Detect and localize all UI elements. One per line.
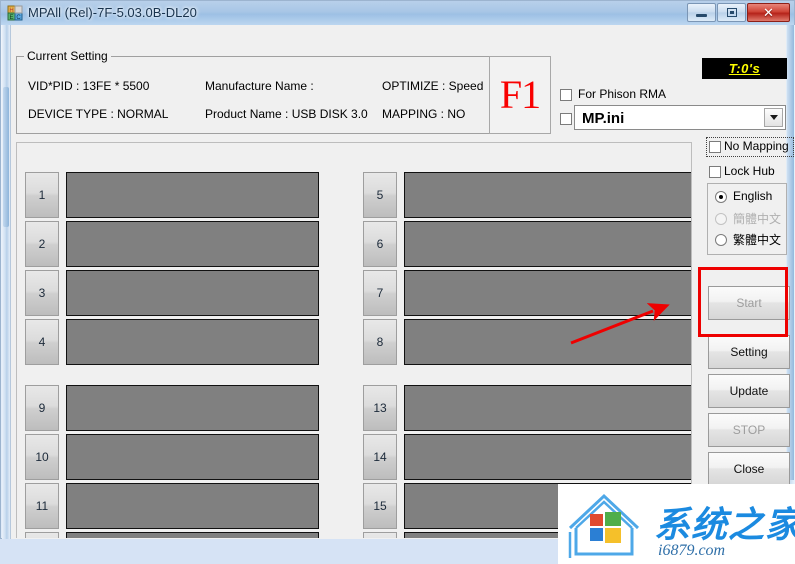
ini-enable-checkbox[interactable]	[560, 113, 572, 125]
svg-text:C: C	[16, 15, 21, 21]
timer-badge: T:0's	[702, 58, 787, 79]
ini-file-value: MP.ini	[582, 110, 625, 127]
port-number-button-15[interactable]: 15	[363, 483, 397, 529]
language-label-english: English	[733, 189, 773, 203]
port-status-bar-3[interactable]	[66, 270, 319, 316]
port-number-button-4[interactable]: 4	[25, 319, 59, 365]
chevron-down-icon[interactable]	[764, 108, 783, 127]
timer-text: T:0's	[728, 61, 761, 76]
title-bar: H E C MPAll (Rel)-7F-5.03.0B-DL20 ✕	[1, 1, 794, 25]
product-name-value: Product Name : USB DISK 3.0	[205, 107, 368, 121]
port-number-button-16[interactable]: 16	[363, 532, 397, 538]
watermark-brand: 系统之家	[654, 505, 795, 546]
optimize-value: OPTIMIZE : Speed	[382, 79, 484, 93]
current-setting-legend: Current Setting	[24, 49, 111, 63]
port-status-bar-7[interactable]	[404, 270, 691, 316]
close-window-button[interactable]: ✕	[747, 3, 790, 22]
port-number-button-5[interactable]: 5	[363, 172, 397, 218]
no-mapping-label: No Mapping	[724, 139, 789, 153]
language-radio-english[interactable]	[715, 191, 727, 203]
left-window-edge	[2, 25, 11, 539]
port-number-button-2[interactable]: 2	[25, 221, 59, 267]
port-status-bar-14[interactable]	[404, 434, 691, 480]
port-number-button-3[interactable]: 3	[25, 270, 59, 316]
svg-text:E: E	[9, 15, 13, 21]
port-status-bar-10[interactable]	[66, 434, 319, 480]
left-edge-thumb[interactable]	[3, 87, 9, 227]
maximize-button[interactable]	[717, 3, 746, 22]
stop-button[interactable]: STOP	[708, 413, 790, 447]
language-label-simplified-chinese: 簡體中文	[733, 212, 782, 226]
port-number-button-13[interactable]: 13	[363, 385, 397, 431]
port-status-bar-5[interactable]	[404, 172, 691, 218]
port-status-bar-9[interactable]	[66, 385, 319, 431]
house-windows-logo-icon	[568, 493, 640, 558]
port-status-bar-6[interactable]	[404, 221, 691, 267]
port-status-bar-12[interactable]	[66, 532, 319, 538]
manufacture-name-value: Manufacture Name :	[205, 79, 314, 93]
update-button[interactable]: Update	[708, 374, 790, 408]
port-number-button-12[interactable]: 12	[25, 532, 59, 538]
port-status-bar-1[interactable]	[66, 172, 319, 218]
ini-file-combobox[interactable]: MP.ini	[574, 105, 786, 130]
vid-pid-value: VID*PID : 13FE * 5500	[28, 79, 150, 93]
client-area: Current Setting VID*PID : 13FE * 5500 DE…	[2, 25, 795, 564]
port-number-button-1[interactable]: 1	[25, 172, 59, 218]
lock-hub-checkbox[interactable]	[709, 166, 721, 178]
port-number-button-6[interactable]: 6	[363, 221, 397, 267]
for-phison-rma-checkbox[interactable]	[560, 89, 572, 101]
port-grid: 12349101112567813141516	[16, 142, 692, 538]
watermark: 系统之家 i6879.com	[558, 484, 795, 564]
f1-indicator: F1	[489, 56, 551, 134]
port-status-bar-2[interactable]	[66, 221, 319, 267]
device-type-value: DEVICE TYPE : NORMAL	[28, 107, 169, 121]
window-title: MPAll (Rel)-7F-5.03.0B-DL20	[28, 5, 197, 20]
close-icon: ✕	[763, 4, 774, 20]
port-number-button-14[interactable]: 14	[363, 434, 397, 480]
port-number-button-9[interactable]: 9	[25, 385, 59, 431]
setting-button[interactable]: Setting	[708, 335, 790, 369]
lock-hub-label: Lock Hub	[724, 164, 775, 178]
maximize-icon	[718, 4, 745, 21]
watermark-url: i6879.com	[658, 542, 726, 559]
port-status-bar-4[interactable]	[66, 319, 319, 365]
port-status-bar-11[interactable]	[66, 483, 319, 529]
mapping-value: MAPPING : NO	[382, 107, 466, 121]
language-radio-traditional-chinese[interactable]	[715, 234, 727, 246]
port-status-bar-8[interactable]	[404, 319, 691, 365]
minimize-icon	[688, 4, 715, 21]
language-radio-simplified-chinese	[715, 213, 727, 225]
port-number-button-10[interactable]: 10	[25, 434, 59, 480]
f1-label: F1	[499, 72, 541, 117]
blocks-icon: H E C	[7, 5, 23, 21]
port-number-button-8[interactable]: 8	[363, 319, 397, 365]
application-window: H E C MPAll (Rel)-7F-5.03.0B-DL20 ✕ Curr…	[0, 0, 795, 564]
no-mapping-checkbox[interactable]	[709, 141, 721, 153]
close-button[interactable]: Close	[708, 452, 790, 486]
for-phison-rma-label: For Phison RMA	[578, 87, 667, 101]
vertical-scrollbar-thumb[interactable]	[787, 25, 794, 480]
port-number-button-11[interactable]: 11	[25, 483, 59, 529]
language-label-traditional-chinese: 繁體中文	[733, 233, 782, 247]
port-number-button-7[interactable]: 7	[363, 270, 397, 316]
start-button[interactable]: Start	[708, 286, 790, 320]
minimize-button[interactable]	[687, 3, 716, 22]
port-status-bar-13[interactable]	[404, 385, 691, 431]
current-setting-group	[16, 56, 492, 134]
